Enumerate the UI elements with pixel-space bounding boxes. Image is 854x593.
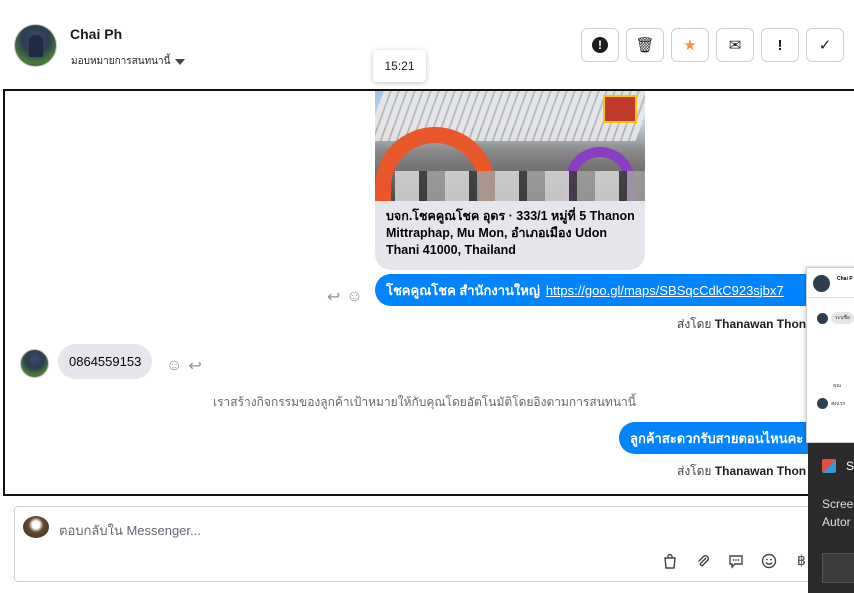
map-link[interactable]: https://goo.gl/maps/SBSqcCdkC923sjbx7 — [546, 283, 784, 298]
emoji-icon[interactable] — [759, 551, 778, 570]
mini-message: ส่งแรก — [831, 400, 846, 407]
link-preview-image — [375, 91, 645, 201]
sender-name: Thanawan Thon — [714, 464, 807, 478]
chevron-down-icon — [175, 58, 186, 65]
screen-notification[interactable]: Sn Scree Autor — [808, 443, 854, 593]
spam-icon: ! — [592, 37, 608, 53]
check-icon: ✓ — [818, 37, 832, 54]
reply-input[interactable] — [59, 523, 659, 538]
mini-title: Chai P — [837, 276, 853, 282]
assign-conversation-dropdown[interactable]: มอบหมายการสนทนานี้ — [71, 54, 186, 69]
message-text: ลูกค้าสะดวกรับสายตอนไหนคะ — [630, 430, 804, 446]
link-preview-text: บจก.โชคคูณโชค อุดร · 333/1 หมู่ที่ 5 Tha… — [386, 209, 635, 257]
page-avatar — [23, 516, 49, 538]
mini-message: ระบุชื่อ — [831, 312, 854, 324]
trash-icon: 🗑 — [635, 37, 655, 54]
sent-by-label: ส่งโดย Thanawan Thon — [677, 462, 806, 481]
conversation-toolbar: ! 🗑 ★ ✉ ! ✓ — [581, 28, 844, 62]
message-thread[interactable]: บจก.โชคคูณโชค อุดร · 333/1 หมู่ที่ 5 Tha… — [3, 89, 854, 496]
app-icon — [822, 459, 836, 473]
emoji-react-icon[interactable]: ☺ — [166, 357, 182, 375]
contact-avatar-small — [20, 349, 49, 378]
follow-up-button[interactable]: ! — [761, 28, 799, 62]
outgoing-message[interactable]: โชคคูณโชค สำนักงานใหญ่ https://goo.gl/ma… — [375, 274, 815, 306]
emoji-react-icon[interactable]: ☺ — [346, 288, 362, 306]
notification-title: Sn — [846, 459, 854, 473]
mark-done-button[interactable]: ✓ — [806, 28, 844, 62]
star-button[interactable]: ★ — [671, 28, 709, 62]
reply-icon[interactable]: ↩ — [188, 356, 201, 376]
system-note: เราสร้างกิจกรรมของลูกค้าเป้าหมายให้กับคุ… — [213, 395, 636, 409]
mail-icon: ✉ — [728, 37, 742, 54]
exclamation-icon: ! — [777, 36, 783, 54]
sender-name: Thanawan Thon — [714, 317, 807, 331]
contact-avatar[interactable] — [14, 24, 57, 67]
bag-icon[interactable] — [660, 551, 679, 570]
attachment-icon[interactable] — [693, 551, 712, 570]
mark-spam-button[interactable]: ! — [581, 28, 619, 62]
sent-by-prefix: ส่งโดย — [677, 464, 712, 478]
incoming-message[interactable]: 0864559153 — [58, 344, 153, 379]
outgoing-message[interactable]: ลูกค้าสะดวกรับสายตอนไหนคะ — [619, 422, 815, 454]
star-icon: ★ — [683, 37, 697, 54]
message-text: โชคคูณโชค สำนักงานใหญ่ — [386, 282, 540, 298]
notification-line: Scree — [822, 497, 854, 511]
mini-chat-preview[interactable]: Chai P ระบุชื่อ คุณ ส่งแรก — [806, 267, 854, 443]
mini-message: คุณ — [833, 383, 841, 389]
saved-reply-icon[interactable] — [726, 551, 745, 570]
assign-label: มอบหมายการสนทนานี้ — [71, 56, 171, 67]
timestamp-tooltip: 15:21 — [373, 50, 426, 82]
notification-line: Autor — [822, 515, 851, 529]
notification-button[interactable] — [822, 553, 854, 583]
link-preview-card[interactable]: บจก.โชคคูณโชค อุดร · 333/1 หมู่ที่ 5 Tha… — [375, 91, 645, 270]
delete-button[interactable]: 🗑 — [626, 28, 664, 62]
mark-unread-button[interactable]: ✉ — [716, 28, 754, 62]
reply-icon[interactable]: ↩ — [327, 287, 340, 307]
sent-by-prefix: ส่งโดย — [677, 317, 712, 331]
conversation-header: Chai Ph มอบหมายการสนทนานี้ ! 🗑 ★ ✉ ! ✓ — [0, 0, 854, 88]
reply-composer: ฿ — [14, 506, 814, 582]
avatar — [813, 275, 830, 292]
message-actions: ☺ ↩ — [166, 356, 202, 376]
contact-name[interactable]: Chai Ph — [70, 26, 122, 42]
composer-tools: ฿ — [660, 551, 811, 570]
message-actions: ↩ ☺ — [327, 287, 363, 307]
sent-by-label: ส่งโดย Thanawan Thon — [677, 315, 806, 334]
